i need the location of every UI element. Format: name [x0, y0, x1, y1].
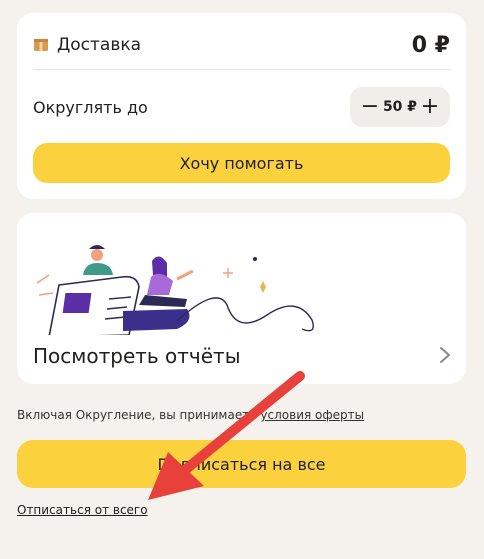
reports-illustration — [36, 245, 314, 335]
increase-button[interactable]: + — [420, 96, 440, 118]
offer-prefix: Включая Округление, вы принимаете — [17, 408, 261, 422]
reports-card[interactable]: Посмотреть отчёты — [17, 213, 466, 384]
delivery-price: 0 ₽ — [411, 32, 450, 58]
rounding-value: 50 ₽ — [382, 99, 418, 115]
delivery-label: Доставка — [57, 35, 142, 55]
offer-link[interactable]: условия оферты — [260, 408, 364, 422]
divider — [33, 69, 450, 70]
box-icon — [34, 39, 48, 51]
rounding-row: Округлять до − 50 ₽ + — [33, 87, 450, 127]
delivery-row: Доставка 0 ₽ — [33, 30, 450, 60]
offer-text: Включая Округление, вы принимаете услови… — [17, 408, 364, 422]
decrease-button[interactable]: − — [360, 96, 380, 118]
rounding-label: Округлять до — [33, 97, 148, 117]
help-button[interactable]: Хочу помогать — [33, 143, 450, 183]
rounding-stepper: − 50 ₽ + — [350, 87, 450, 127]
subscribe-all-button[interactable]: Подписаться на все — [17, 440, 466, 488]
unsubscribe-all-link[interactable]: Отписаться от всего — [17, 503, 148, 517]
donation-settings-card: Доставка 0 ₽ Округлять до − 50 ₽ + Хочу … — [17, 13, 466, 199]
reports-label: Посмотреть отчёты — [33, 344, 241, 368]
chevron-right-icon[interactable] — [438, 345, 452, 365]
